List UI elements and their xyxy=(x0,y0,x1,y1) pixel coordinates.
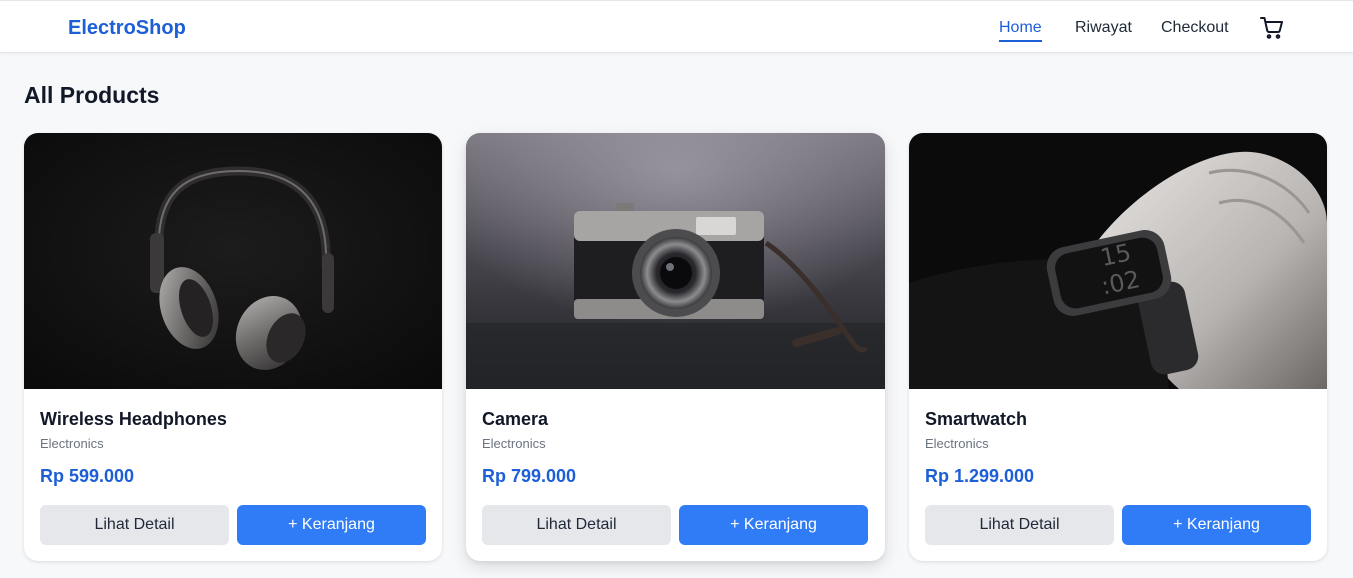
product-price: Rp 799.000 xyxy=(482,466,577,486)
nav-home[interactable]: Home xyxy=(999,19,1042,42)
product-card: Camera Electronics Rp 799.000 Lihat Deta… xyxy=(466,133,885,561)
product-image-camera[interactable] xyxy=(466,133,885,389)
product-name: Camera xyxy=(482,409,549,429)
navbar: ElectroShop Home Riwayat Checkout xyxy=(0,0,1353,53)
product-category: Electronics xyxy=(40,436,104,451)
page-title: All Products xyxy=(24,82,160,108)
add-to-cart-button[interactable]: + Keranjang xyxy=(1122,505,1311,545)
shopping-cart-icon[interactable] xyxy=(1260,16,1284,40)
add-to-cart-button[interactable]: + Keranjang xyxy=(237,505,426,545)
nav-riwayat[interactable]: Riwayat xyxy=(1075,19,1132,37)
product-card: 15 :02 Smartwatch Electronics Rp 1.299.0… xyxy=(909,133,1327,561)
product-price: Rp 599.000 xyxy=(40,466,135,486)
product-category: Electronics xyxy=(482,436,546,451)
view-detail-button[interactable]: Lihat Detail xyxy=(40,505,229,545)
brand-logo[interactable]: ElectroShop xyxy=(68,17,186,40)
product-name: Smartwatch xyxy=(925,409,1028,429)
product-image-headphones[interactable] xyxy=(24,133,442,389)
view-detail-button[interactable]: Lihat Detail xyxy=(925,505,1114,545)
product-image-smartwatch[interactable]: 15 :02 xyxy=(909,133,1327,389)
add-to-cart-button[interactable]: + Keranjang xyxy=(679,505,868,545)
product-category: Electronics xyxy=(925,436,989,451)
product-name: Wireless Headphones xyxy=(40,409,227,429)
view-detail-button[interactable]: Lihat Detail xyxy=(482,505,671,545)
product-price: Rp 1.299.000 xyxy=(925,466,1035,486)
nav-checkout[interactable]: Checkout xyxy=(1161,19,1229,37)
product-card: Wireless Headphones Electronics Rp 599.0… xyxy=(24,133,442,561)
